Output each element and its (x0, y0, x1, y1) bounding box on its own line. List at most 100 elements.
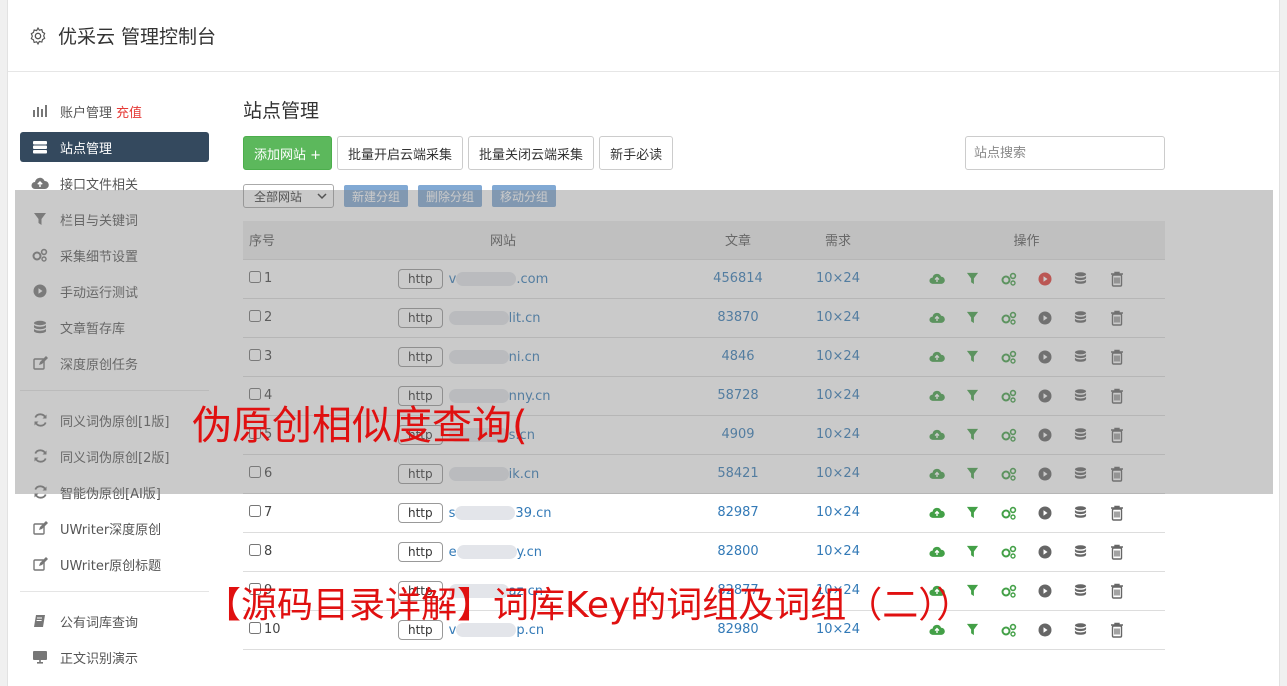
need-value[interactable]: 10×24 (788, 532, 888, 572)
cloud-upload-icon[interactable] (928, 465, 945, 482)
cloud-upload-icon[interactable] (928, 426, 945, 443)
play-circle-icon[interactable] (1036, 465, 1053, 482)
need-value[interactable]: 10×24 (788, 376, 888, 416)
filter-icon[interactable] (964, 348, 981, 365)
trash-icon[interactable] (1108, 387, 1125, 404)
article-count[interactable]: 58421 (688, 454, 788, 494)
trash-icon[interactable] (1108, 621, 1125, 638)
cloud-upload-icon[interactable] (928, 543, 945, 560)
sidebar-item-2[interactable]: 站点管理 (20, 132, 209, 162)
trash-icon[interactable] (1108, 270, 1125, 287)
database-icon[interactable] (1072, 387, 1089, 404)
filter-icon[interactable] (964, 543, 981, 560)
group-select[interactable]: 全部网站 (243, 184, 334, 208)
beginner-guide-button[interactable]: 新手必读 (599, 136, 674, 170)
row-checkbox[interactable] (249, 271, 261, 283)
site-prefix[interactable]: v (449, 272, 457, 287)
article-count[interactable]: 456814 (688, 259, 788, 299)
filter-icon[interactable] (964, 504, 981, 521)
play-circle-icon[interactable] (1036, 309, 1053, 326)
site-domain[interactable]: ni.cn (509, 350, 540, 365)
gears-icon[interactable] (1000, 309, 1017, 326)
need-value[interactable]: 10×24 (788, 415, 888, 455)
sidebar-item-9[interactable]: 同义词伪原创[1版] (20, 405, 209, 435)
site-domain[interactable]: lit.cn (509, 311, 541, 326)
play-circle-icon[interactable] (1036, 543, 1053, 560)
play-circle-icon[interactable] (1036, 270, 1053, 287)
sidebar-item-12[interactable]: UWriter深度原创 (20, 513, 209, 543)
gears-icon[interactable] (1000, 426, 1017, 443)
play-circle-icon[interactable] (1036, 348, 1053, 365)
filter-icon[interactable] (964, 270, 981, 287)
article-count[interactable]: 83870 (688, 298, 788, 338)
gears-icon[interactable] (1000, 621, 1017, 638)
sidebar-item-14[interactable]: 公有词库查询 (20, 606, 209, 636)
sidebar-item-13[interactable]: UWriter原创标题 (20, 549, 209, 579)
filter-icon[interactable] (964, 309, 981, 326)
batch-disable-cloud-button[interactable]: 批量关闭云端采集 (468, 136, 595, 170)
need-value[interactable]: 10×24 (788, 259, 888, 299)
sidebar-item-7[interactable]: 文章暂存库 (20, 312, 209, 342)
cloud-upload-icon[interactable] (928, 270, 945, 287)
batch-enable-cloud-button[interactable]: 批量开启云端采集 (337, 136, 464, 170)
row-checkbox[interactable] (249, 349, 261, 361)
database-icon[interactable] (1072, 309, 1089, 326)
sidebar-item-6[interactable]: 手动运行测试 (20, 276, 209, 306)
trash-icon[interactable] (1108, 543, 1125, 560)
trash-icon[interactable] (1108, 348, 1125, 365)
need-value[interactable]: 10×24 (788, 454, 888, 494)
article-count[interactable]: 4846 (688, 337, 788, 377)
trash-icon[interactable] (1108, 426, 1125, 443)
site-prefix[interactable]: s (449, 506, 456, 521)
gears-icon[interactable] (1000, 504, 1017, 521)
need-value[interactable]: 10×24 (788, 337, 888, 377)
site-domain[interactable]: y.cn (517, 545, 542, 560)
database-icon[interactable] (1072, 582, 1089, 599)
gears-icon[interactable] (1000, 543, 1017, 560)
site-domain[interactable]: .com (516, 272, 548, 287)
database-icon[interactable] (1072, 504, 1089, 521)
filter-icon[interactable] (964, 387, 981, 404)
sidebar-item-11[interactable]: 智能伪原创[AI版] (20, 477, 209, 507)
site-domain[interactable]: 39.cn (515, 506, 551, 521)
need-value[interactable]: 10×24 (788, 298, 888, 338)
database-icon[interactable] (1072, 543, 1089, 560)
filter-icon[interactable] (964, 426, 981, 443)
cloud-upload-icon[interactable] (928, 309, 945, 326)
article-count[interactable]: 82987 (688, 493, 788, 533)
play-circle-icon[interactable] (1036, 387, 1053, 404)
trash-icon[interactable] (1108, 309, 1125, 326)
new-group-button[interactable]: 新建分组 (344, 185, 409, 207)
sidebar-item-5[interactable]: 采集细节设置 (20, 240, 209, 270)
need-value[interactable]: 10×24 (788, 493, 888, 533)
row-checkbox[interactable] (249, 466, 261, 478)
cloud-upload-icon[interactable] (928, 348, 945, 365)
database-icon[interactable] (1072, 348, 1089, 365)
database-icon[interactable] (1072, 426, 1089, 443)
database-icon[interactable] (1072, 270, 1089, 287)
article-count[interactable]: 4909 (688, 415, 788, 455)
cloud-upload-icon[interactable] (928, 504, 945, 521)
database-icon[interactable] (1072, 621, 1089, 638)
database-icon[interactable] (1072, 465, 1089, 482)
article-count[interactable]: 58728 (688, 376, 788, 416)
sidebar-item-10[interactable]: 同义词伪原创[2版] (20, 441, 209, 471)
sidebar-item-3[interactable]: 接口文件相关 (20, 168, 209, 198)
gears-icon[interactable] (1000, 387, 1017, 404)
sidebar-item-4[interactable]: 栏目与关键词 (20, 204, 209, 234)
gears-icon[interactable] (1000, 465, 1017, 482)
trash-icon[interactable] (1108, 465, 1125, 482)
article-count[interactable]: 82800 (688, 532, 788, 572)
gears-icon[interactable] (1000, 348, 1017, 365)
site-domain[interactable]: ik.cn (509, 467, 540, 482)
delete-group-button[interactable]: 删除分组 (418, 185, 483, 207)
row-checkbox[interactable] (249, 310, 261, 322)
site-search-input[interactable] (965, 136, 1165, 170)
add-site-button[interactable]: 添加网站 + (243, 136, 333, 170)
sidebar-item-1[interactable]: 账户管理 充值 (20, 96, 209, 126)
move-group-button[interactable]: 移动分组 (492, 185, 557, 207)
play-circle-icon[interactable] (1036, 621, 1053, 638)
gears-icon[interactable] (1000, 270, 1017, 287)
trash-icon[interactable] (1108, 582, 1125, 599)
play-circle-icon[interactable] (1036, 582, 1053, 599)
